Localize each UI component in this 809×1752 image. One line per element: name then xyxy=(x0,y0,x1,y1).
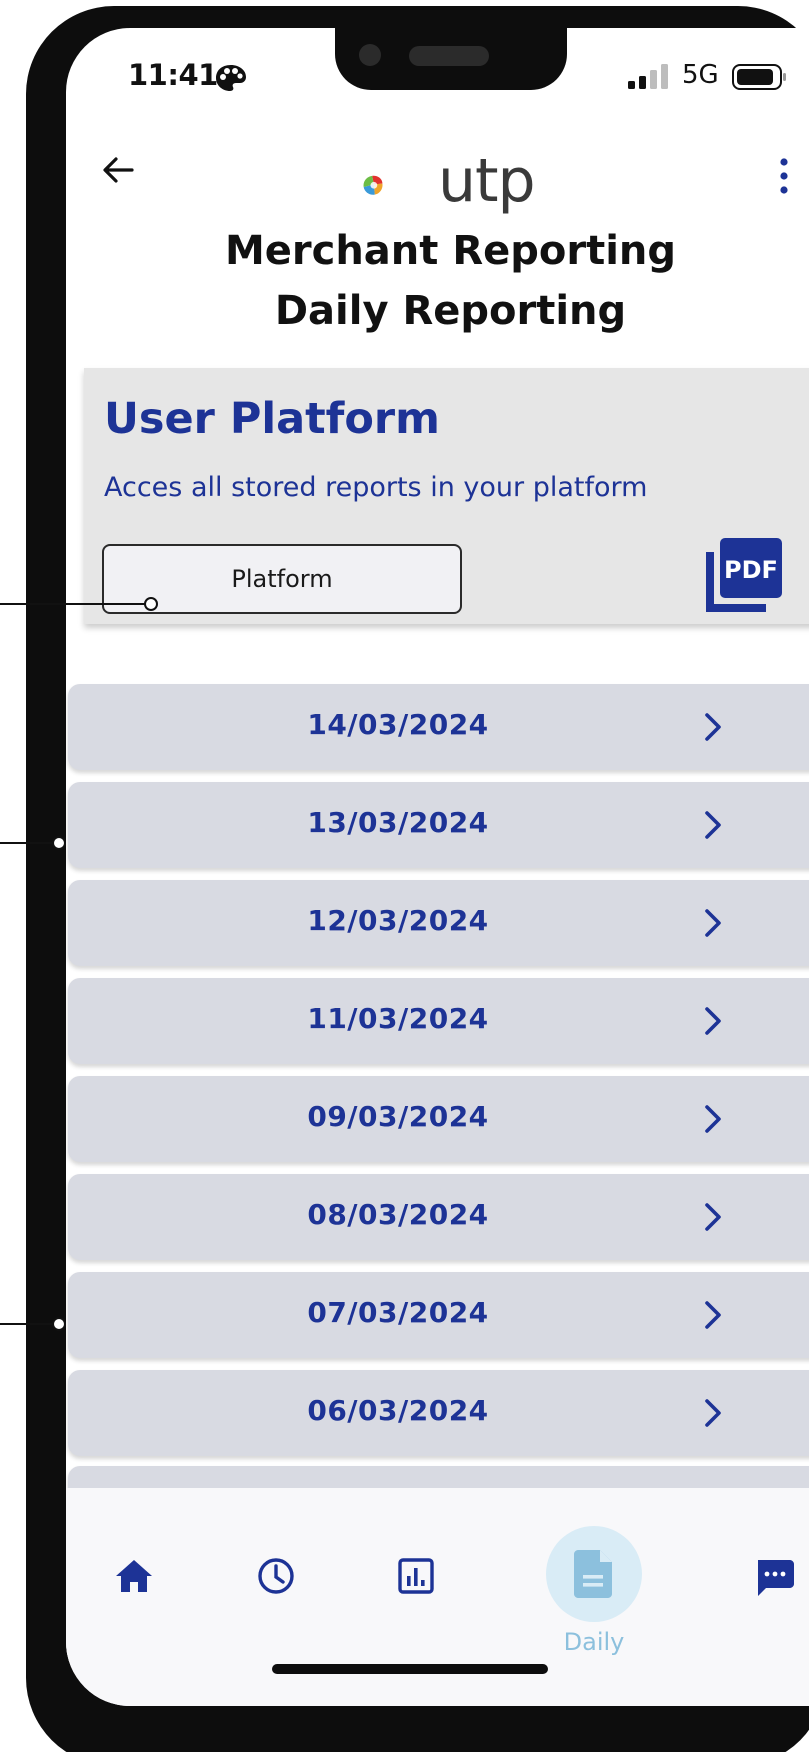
card-description: Acces all stored reports in your platfor… xyxy=(104,472,648,503)
chevron-right-icon xyxy=(705,811,721,839)
palette-icon xyxy=(216,65,246,91)
card-title: User Platform xyxy=(104,394,440,444)
report-date: 11/03/2024 xyxy=(307,1002,489,1035)
user-platform-card: User Platform Acces all stored reports i… xyxy=(84,368,809,624)
network-label: 5G xyxy=(682,60,719,90)
report-date: 07/03/2024 xyxy=(307,1296,489,1329)
document-icon[interactable] xyxy=(570,1548,618,1600)
report-date: 09/03/2024 xyxy=(307,1100,489,1133)
daily-tab-label: Daily xyxy=(563,1628,625,1656)
callout-line-row-2 xyxy=(0,1323,54,1325)
page-subtitle: Daily Reporting xyxy=(274,288,627,334)
chevron-right-icon xyxy=(705,1301,721,1329)
clock-icon[interactable] xyxy=(252,1552,300,1600)
report-row[interactable]: 09/03/2024 xyxy=(68,1076,809,1162)
home-icon[interactable] xyxy=(110,1552,158,1600)
status-time: 11:41 xyxy=(128,58,218,92)
bar-chart-icon[interactable] xyxy=(392,1552,440,1600)
pdf-label: PDF xyxy=(724,556,778,584)
speaker-icon xyxy=(409,46,489,66)
utp-logo-mark xyxy=(363,175,383,195)
page-title: Merchant Reporting xyxy=(224,228,677,274)
battery-icon xyxy=(732,64,786,90)
chat-icon[interactable] xyxy=(750,1552,798,1600)
back-arrow-icon[interactable] xyxy=(98,150,138,190)
report-row[interactable]: 06/03/2024 xyxy=(68,1370,809,1456)
home-indicator[interactable] xyxy=(272,1664,548,1674)
report-date: 14/03/2024 xyxy=(307,708,489,741)
report-row[interactable]: 11/03/2024 xyxy=(68,978,809,1064)
report-row[interactable]: 12/03/2024 xyxy=(68,880,809,966)
camera-icon xyxy=(359,44,381,66)
chevron-right-icon xyxy=(705,909,721,937)
signal-icon xyxy=(628,64,668,89)
chevron-right-icon xyxy=(705,1105,721,1133)
utp-logo-text: utp xyxy=(438,146,536,216)
report-row[interactable]: 14/03/2024 xyxy=(68,684,809,770)
chevron-right-icon xyxy=(705,1399,721,1427)
report-date: 13/03/2024 xyxy=(307,806,489,839)
chevron-right-icon xyxy=(705,1203,721,1231)
more-vert-icon[interactable] xyxy=(774,154,794,198)
report-row[interactable]: 08/03/2024 xyxy=(68,1174,809,1260)
callout-line-platform xyxy=(0,603,146,605)
phone-screen: 11:41 5G utp Merchant Reporting Daily Re… xyxy=(66,28,809,1706)
report-row[interactable]: 13/03/2024 xyxy=(68,782,809,868)
phone-notch xyxy=(335,28,567,90)
callout-dot-row-2 xyxy=(52,1317,66,1331)
report-row[interactable]: 07/03/2024 xyxy=(68,1272,809,1358)
callout-dot-platform xyxy=(144,597,158,611)
chevron-right-icon xyxy=(705,1007,721,1035)
report-date: 12/03/2024 xyxy=(307,904,489,937)
pdf-icon[interactable]: PDF xyxy=(704,536,784,614)
callout-line-row xyxy=(0,842,54,844)
callout-dot-row xyxy=(52,836,66,850)
report-date: 06/03/2024 xyxy=(307,1394,489,1427)
report-date: 08/03/2024 xyxy=(307,1198,489,1231)
phone-frame: 11:41 5G utp Merchant Reporting Daily Re… xyxy=(26,6,809,1752)
chevron-right-icon xyxy=(705,713,721,741)
